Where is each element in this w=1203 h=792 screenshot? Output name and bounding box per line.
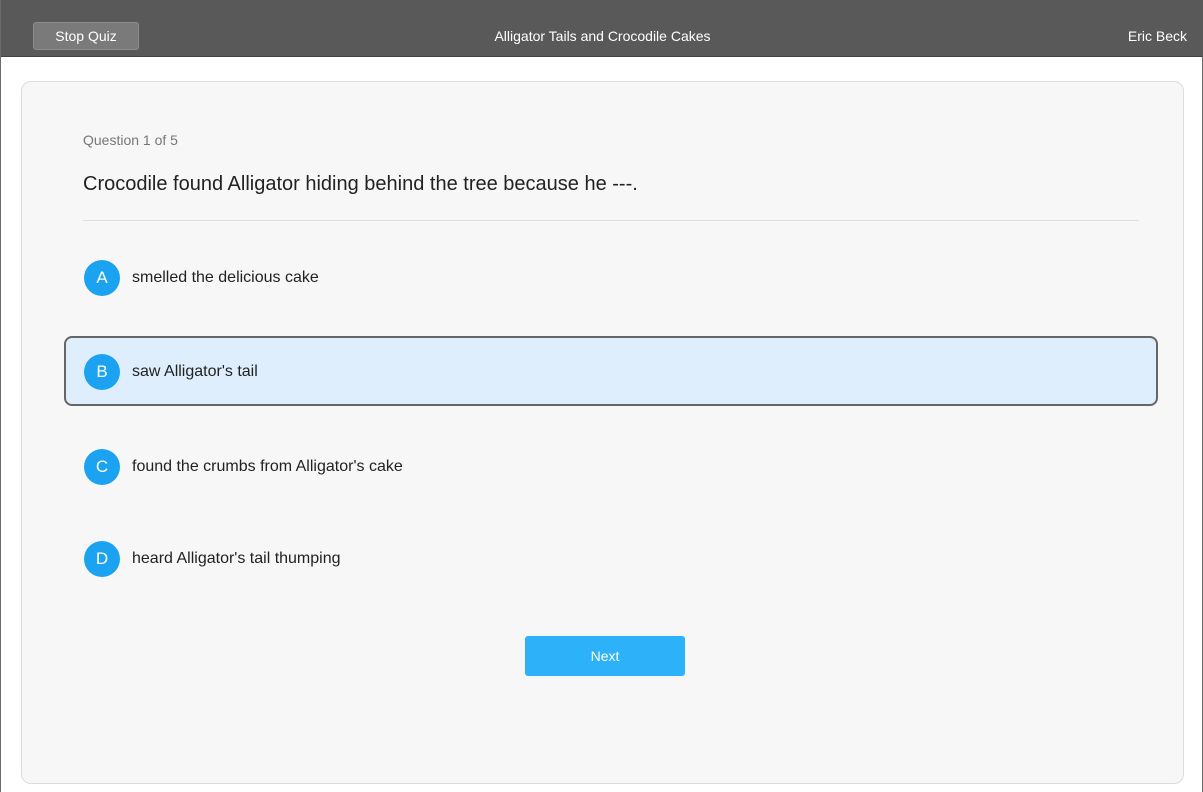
answer-option-b[interactable]: B saw Alligator's tail [64, 336, 1158, 406]
question-text: Crocodile found Alligator hiding behind … [83, 173, 638, 195]
quiz-title: Alligator Tails and Crocodile Cakes [494, 28, 711, 44]
question-counter: Question 1 of 5 [83, 132, 178, 148]
option-letter-badge: B [84, 354, 120, 390]
app-window: Stop Quiz Alligator Tails and Crocodile … [0, 0, 1203, 792]
top-bar: Stop Quiz Alligator Tails and Crocodile … [1, 0, 1203, 57]
answer-option-a[interactable]: A smelled the delicious cake [64, 242, 1158, 312]
user-name: Eric Beck [1127, 28, 1187, 44]
option-letter-badge: D [84, 541, 120, 577]
option-text: heard Alligator's tail thumping [132, 550, 341, 567]
stop-quiz-button[interactable]: Stop Quiz [33, 22, 139, 50]
option-text: found the crumbs from Alligator's cake [132, 458, 403, 475]
option-text: saw Alligator's tail [132, 363, 258, 380]
divider [83, 220, 1139, 221]
option-letter-badge: C [84, 449, 120, 485]
option-text: smelled the delicious cake [132, 269, 319, 286]
option-letter-badge: A [84, 260, 120, 296]
next-button[interactable]: Next [525, 636, 685, 676]
question-card: Question 1 of 5 Crocodile found Alligato… [21, 81, 1184, 784]
answer-option-d[interactable]: D heard Alligator's tail thumping [64, 523, 1158, 593]
answer-option-c[interactable]: C found the crumbs from Alligator's cake [64, 431, 1158, 501]
